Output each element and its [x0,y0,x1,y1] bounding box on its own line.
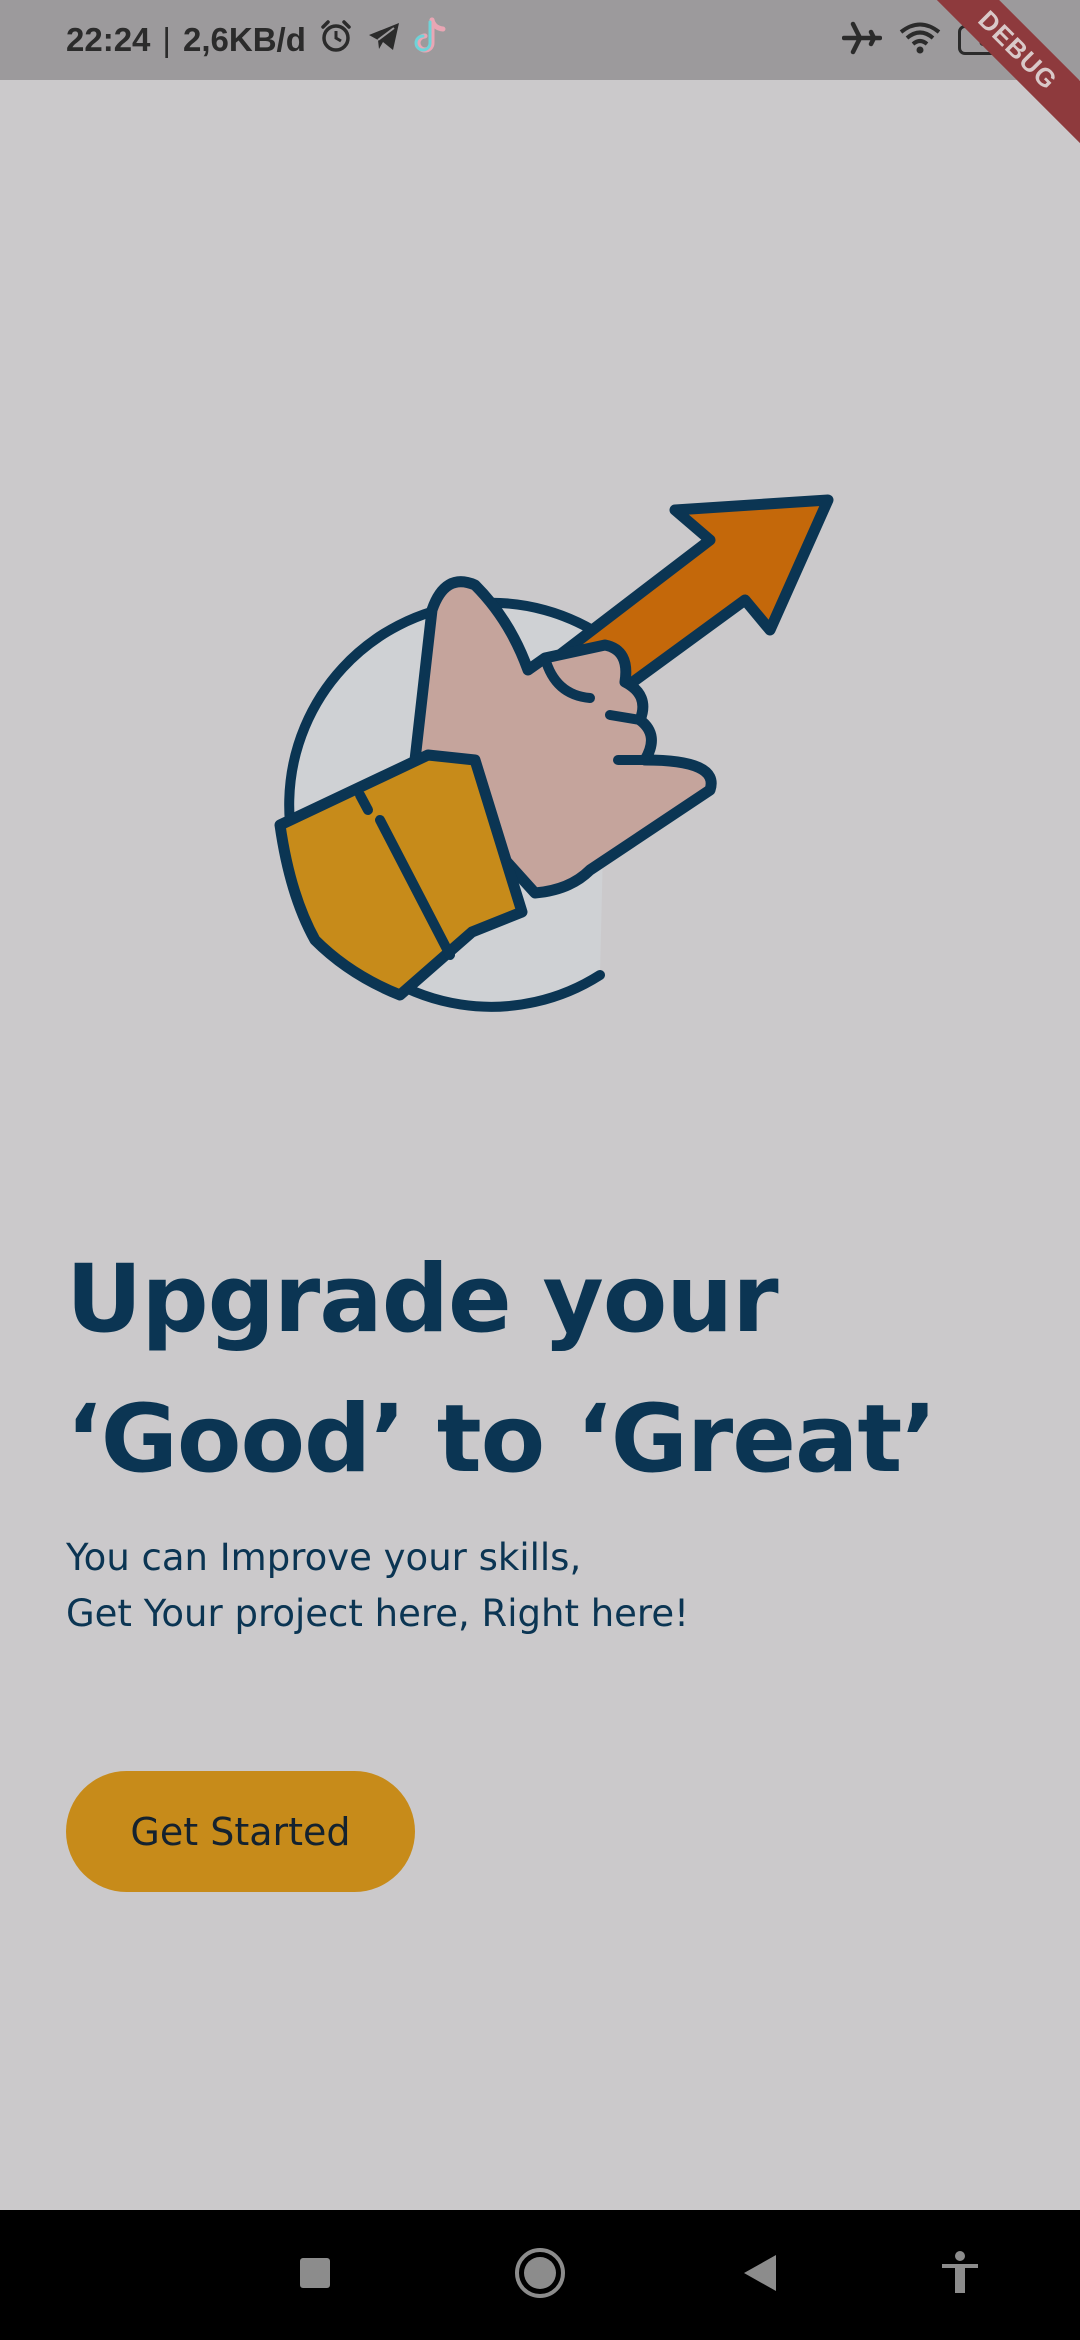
home-circle-icon [513,2246,567,2305]
get-started-button[interactable]: Get Started [66,1771,415,1892]
page-subtitle: You can Improve your skills, Get Your pr… [66,1530,1026,1642]
wifi-icon [898,21,942,60]
square-icon [298,2256,332,2295]
back-triangle-icon [742,2253,778,2298]
system-navigation-bar [0,2210,1080,2340]
alarm-icon [318,18,354,62]
status-time: 22:24 [66,21,151,58]
status-left: 22:24 | 2,6KB/d [66,0,448,80]
status-data-rate: 2,6KB/d [182,21,306,58]
airplane-mode-icon [841,20,883,61]
hand-arrow-illustration [250,470,850,1030]
status-separator: | [162,21,171,58]
tiktok-icon [414,17,448,63]
accessibility-icon [940,2250,980,2300]
status-bar: 22:24 | 2,6KB/d [0,0,1080,80]
page-title: Upgrade your ‘Good’ to ‘Great’ [66,1230,1026,1510]
page-title-line-2: ‘Good’ to ‘Great’ [66,1385,937,1494]
home-button[interactable] [490,2210,590,2340]
page-subtitle-line-1: You can Improve your skills, [66,1536,582,1579]
recent-apps-button[interactable] [265,2210,365,2340]
page-subtitle-line-2: Get Your project here, Right here! [66,1592,689,1635]
accessibility-button[interactable] [910,2210,1010,2340]
page-title-line-1: Upgrade your [66,1245,779,1354]
back-button[interactable] [710,2210,810,2340]
telegram-icon [366,18,402,62]
